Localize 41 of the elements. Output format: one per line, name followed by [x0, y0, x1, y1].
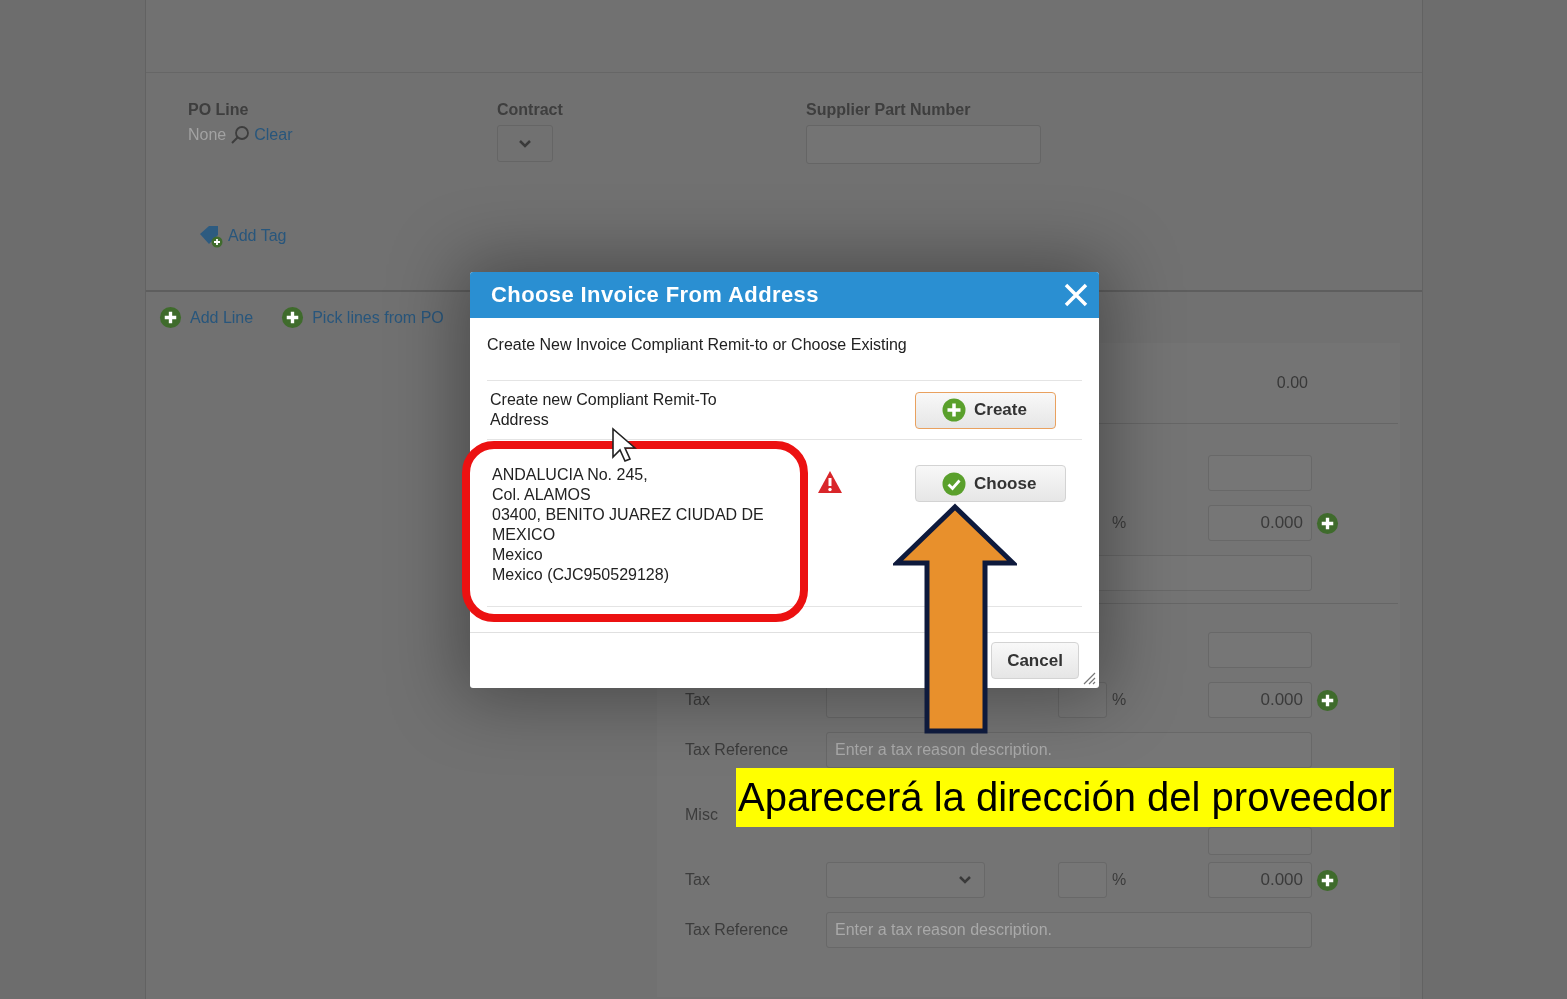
add-tax-icon[interactable]: [1316, 511, 1339, 535]
add-tax-icon[interactable]: [1316, 688, 1339, 712]
tax-label: Tax: [685, 871, 711, 889]
check-icon: [942, 471, 966, 496]
resize-grip-icon[interactable]: [1082, 671, 1096, 685]
choose-button[interactable]: Choose: [915, 465, 1066, 502]
amount-field[interactable]: 0.000: [1208, 862, 1312, 898]
amount-field[interactable]: 0.000: [1208, 505, 1312, 541]
amount-field[interactable]: 0.000: [1208, 682, 1312, 718]
address-line: Col. ALAMOS: [492, 485, 591, 505]
annotation-caption: Aparecerá la dirección del proveedor: [736, 768, 1394, 827]
search-icon[interactable]: [230, 125, 251, 145]
amount-field[interactable]: [1208, 827, 1312, 855]
create-option-text: Create new Compliant Remit-To Address: [490, 390, 718, 430]
address-line: ANDALUCIA No. 245,: [492, 465, 648, 485]
chevron-icon: [518, 138, 532, 149]
mouse-pointer-icon: [611, 427, 637, 463]
tax-reference-label: Tax Reference: [685, 921, 790, 939]
chevron-icon: [958, 875, 972, 885]
dialog-instruction: Create New Invoice Compliant Remit-to or Choose Existing: [487, 336, 907, 354]
create-button[interactable]: Create: [915, 391, 1056, 429]
add-tax-icon[interactable]: [1316, 868, 1339, 892]
clear-link[interactable]: Clear: [254, 126, 293, 144]
cancel-button[interactable]: Cancel: [991, 642, 1079, 679]
address-line: 03400, BENITO JUAREZ CIUDAD DE MEXICO: [492, 505, 765, 545]
add-tag-link[interactable]: Add Tag: [198, 224, 287, 248]
line-action-link[interactable]: Add Line: [190, 308, 254, 327]
tag-icon: [198, 224, 224, 248]
percent-sign: %: [1111, 691, 1128, 709]
tax-reference-label: Tax Reference: [685, 741, 790, 759]
close-icon[interactable]: [1063, 282, 1089, 308]
misc-label: Misc: [685, 806, 719, 824]
line-action-link[interactable]: Pick lines from PO: [312, 308, 444, 327]
percent-sign: %: [1111, 871, 1128, 889]
address-line: Mexico (CJC950529128): [492, 565, 669, 585]
plus-icon: [942, 398, 966, 422]
dialog-title: Choose Invoice From Address: [491, 282, 819, 308]
total-value: 0.00: [1275, 374, 1309, 392]
percent-sign: %: [1111, 514, 1128, 532]
address-line: Mexico: [492, 545, 543, 565]
pick-lines-icon[interactable]: [281, 306, 305, 329]
